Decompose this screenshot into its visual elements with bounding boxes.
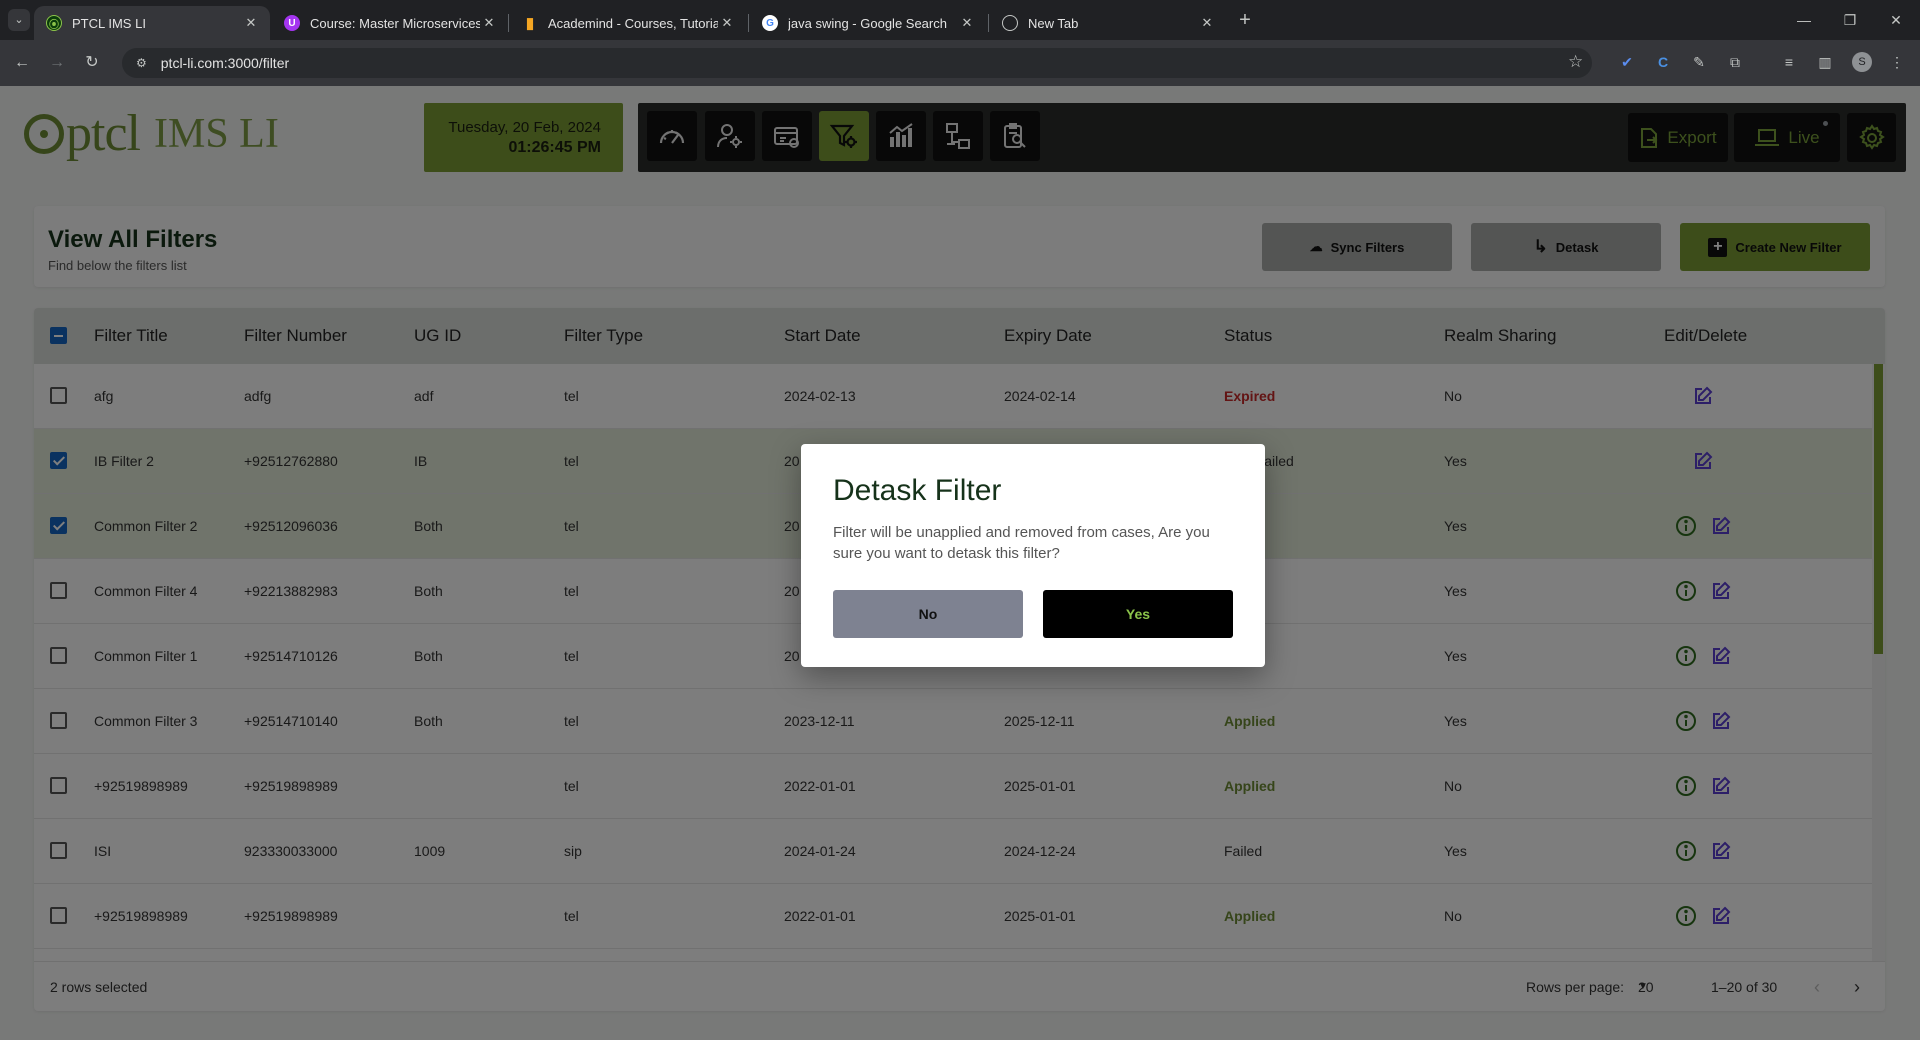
browser-tab-newtab[interactable]: New Tab ✕ — [990, 6, 1226, 40]
bookmark-favicon-icon: ▮ — [525, 15, 535, 32]
new-tab-plus-icon[interactable]: + — [1233, 9, 1257, 33]
browser-menu-icon[interactable]: ⋮ — [1886, 51, 1908, 73]
google-favicon-icon: G — [762, 15, 778, 31]
no-button[interactable]: No — [833, 590, 1023, 638]
tab-separator — [988, 14, 989, 32]
address-bar[interactable]: ⚙ ptcl-li.com:3000/filter — [122, 48, 1592, 78]
tab-search-chevron-icon[interactable]: ⌄ — [8, 9, 30, 31]
ptcl-favicon-icon: ⦿ — [46, 15, 62, 31]
reload-icon[interactable]: ↻ — [80, 51, 104, 75]
back-arrow-icon[interactable]: ← — [10, 51, 34, 75]
browser-tab-academind[interactable]: ▮ Academind - Courses, Tutorials ✕ — [510, 6, 746, 40]
dialog-title: Detask Filter — [833, 474, 1002, 507]
minimize-icon[interactable]: — — [1781, 0, 1827, 40]
browser-tab-course[interactable]: U Course: Master Microservices w ✕ — [272, 6, 508, 40]
chrome-favicon-icon — [1002, 15, 1018, 31]
tab-title: Course: Master Microservices w — [310, 15, 480, 31]
detask-filter-dialog: Detask Filter Filter will be unapplied a… — [801, 444, 1265, 667]
window-close-icon[interactable]: ✕ — [1873, 0, 1919, 40]
tab-close-icon[interactable]: ✕ — [958, 15, 976, 31]
extension-check-icon[interactable]: ✔ — [1616, 51, 1638, 73]
dialog-message: Filter will be unapplied and removed fro… — [833, 524, 1210, 562]
browser-tab-ptcl[interactable]: ⦿ PTCL IMS LI ✕ — [34, 6, 270, 40]
url-text: ptcl-li.com:3000/filter — [160, 55, 290, 71]
forward-arrow-icon[interactable]: → — [45, 51, 69, 75]
tab-close-icon[interactable]: ✕ — [1198, 15, 1216, 31]
tab-title: Academind - Courses, Tutorials — [548, 15, 718, 31]
tab-title: PTCL IMS LI — [72, 15, 146, 31]
restore-icon[interactable]: ❐ — [1827, 0, 1873, 40]
udemy-favicon-icon: U — [284, 15, 300, 31]
tab-close-icon[interactable]: ✕ — [242, 15, 260, 31]
tab-title: New Tab — [1028, 15, 1079, 31]
media-controls-icon[interactable]: ≡ — [1778, 51, 1800, 73]
tab-title: java swing - Google Search — [788, 15, 947, 31]
site-info-icon[interactable]: ⚙ — [136, 56, 147, 70]
extension-c-icon[interactable]: C — [1652, 51, 1674, 73]
side-panel-icon[interactable]: ▥ — [1814, 51, 1836, 73]
tab-close-icon[interactable]: ✕ — [718, 15, 736, 31]
yes-button[interactable]: Yes — [1043, 590, 1233, 638]
profile-avatar[interactable]: S — [1852, 52, 1872, 72]
browser-tabstrip: ⌄ ⦿ PTCL IMS LI ✕ U Course: Master Micro… — [0, 0, 1920, 40]
bookmark-star-icon[interactable]: ☆ — [1568, 52, 1583, 72]
tab-separator — [748, 14, 749, 32]
eyedropper-icon[interactable]: ✎ — [1688, 51, 1710, 73]
tab-close-icon[interactable]: ✕ — [480, 15, 498, 31]
tab-separator — [508, 14, 509, 32]
extensions-puzzle-icon[interactable]: ⧉ — [1724, 51, 1746, 73]
browser-tab-google[interactable]: G java swing - Google Search ✕ — [750, 6, 986, 40]
